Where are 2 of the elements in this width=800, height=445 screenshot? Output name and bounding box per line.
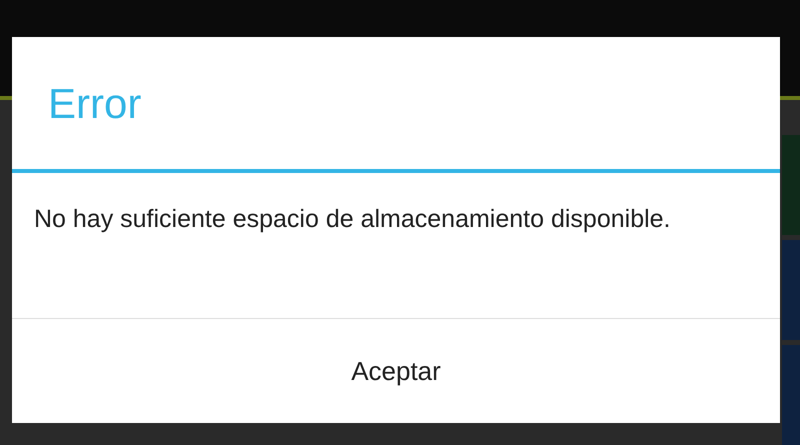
dialog-title: Error bbox=[48, 78, 142, 128]
dialog-message: No hay suficiente espacio de almacenamiento disponible. bbox=[34, 204, 672, 235]
